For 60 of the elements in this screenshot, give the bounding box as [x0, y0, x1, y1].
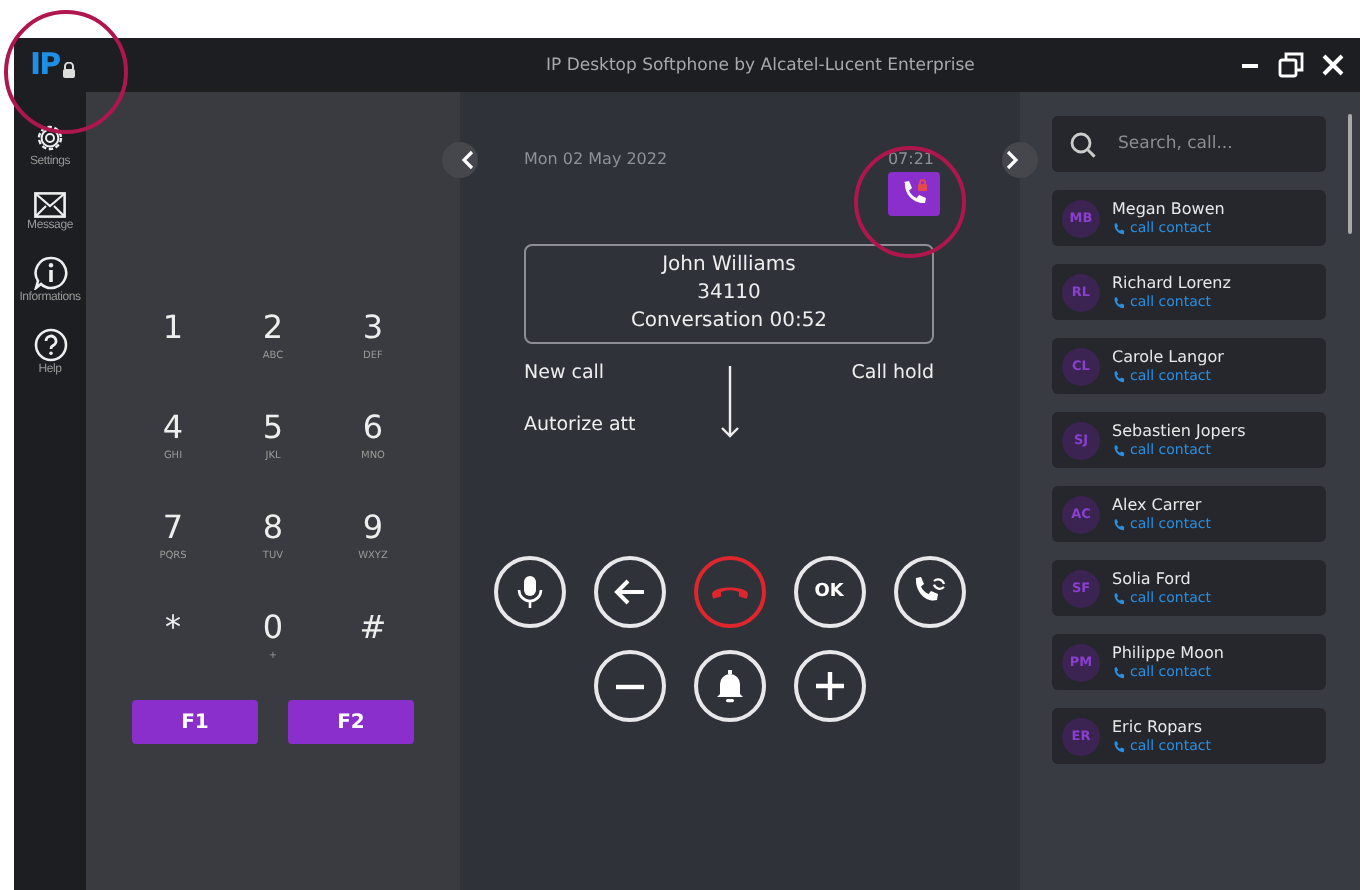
secure-call-button[interactable] [888, 172, 940, 216]
close-icon[interactable] [1322, 54, 1344, 76]
dial-key[interactable]: * [123, 608, 223, 684]
function-key-button[interactable]: F1 [132, 700, 258, 744]
phone-icon [1112, 369, 1126, 383]
hangup-button[interactable] [693, 556, 765, 628]
caller-number: 34110 [697, 280, 761, 308]
dial-key[interactable]: 1 [123, 308, 223, 384]
phone-icon [1112, 295, 1126, 309]
app-logo: IP [30, 50, 60, 80]
contact-name: Megan Bowen [1112, 199, 1225, 219]
next-button[interactable] [1002, 142, 1038, 178]
phone-icon [1112, 591, 1126, 605]
search-bar[interactable]: Search, call... [1052, 116, 1326, 172]
gear-icon [34, 122, 66, 154]
mic-button[interactable] [493, 556, 565, 628]
call-time: 07:21 [887, 150, 934, 168]
call-date: Mon 02 May 2022 [524, 150, 668, 168]
minus-icon [613, 683, 645, 689]
envelope-icon [33, 192, 66, 218]
scrollbar[interactable] [1348, 114, 1352, 234]
contact-name: Sebastien Jopers [1112, 421, 1246, 441]
contact-name: Carole Langor [1112, 347, 1224, 367]
contact-name: Alex Carrer [1112, 495, 1204, 515]
plus-button[interactable] [793, 650, 865, 722]
chevron-right-icon [1006, 150, 1018, 170]
restore-icon[interactable] [1278, 52, 1304, 78]
bell-button[interactable] [693, 650, 765, 722]
highlight-circle [854, 146, 966, 258]
down-arrow-icon [719, 364, 739, 440]
lock-icon [61, 62, 76, 78]
phone-icon [1112, 221, 1126, 235]
contact-name: Philippe Moon [1112, 643, 1224, 663]
info-icon [33, 256, 67, 290]
contact-name: Richard Lorenz [1112, 273, 1231, 293]
phone-icon [1112, 443, 1126, 457]
ok-button[interactable]: OK [793, 556, 865, 628]
window-title: IP Desktop Softphone by Alcatel-Lucent Enterprise [546, 55, 977, 75]
function-key-button[interactable]: F2 [288, 700, 414, 744]
hang-up-icon [711, 584, 747, 600]
call-action-link[interactable]: Autorize att [524, 412, 704, 440]
previous-button[interactable] [442, 142, 478, 178]
caller-name: John Williams [662, 252, 796, 280]
search-icon [1070, 131, 1096, 157]
call-action-link[interactable]: Call hold [851, 360, 934, 388]
search-field[interactable]: Search, call... [1114, 132, 1322, 156]
minus-button[interactable] [593, 650, 665, 722]
help-icon [33, 328, 67, 362]
phone-icon [1112, 665, 1126, 679]
highlight-circle [4, 10, 128, 134]
dial-key[interactable]: # [323, 608, 423, 684]
call-status: Conversation 00:52 [630, 308, 828, 336]
chevron-left-icon [462, 150, 474, 170]
phone-icon [1112, 517, 1126, 531]
contact-name: Solia Ford [1112, 569, 1193, 589]
back-button[interactable] [593, 556, 665, 628]
phone-icon [1112, 739, 1126, 753]
call-action-link[interactable]: New call [524, 360, 704, 388]
transfer-button[interactable] [893, 556, 965, 628]
contact-name: Eric Ropars [1112, 717, 1205, 737]
